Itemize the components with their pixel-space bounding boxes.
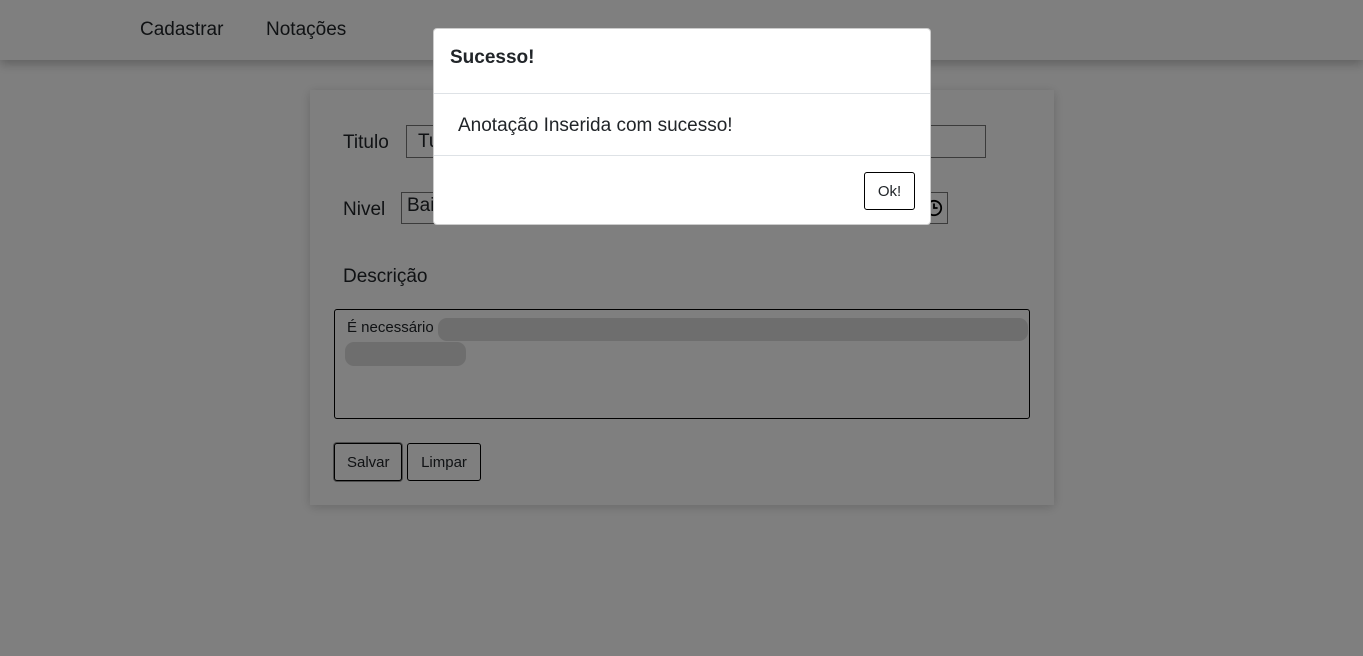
success-modal: Sucesso! Anotação Inserida com sucesso! … (433, 28, 931, 225)
modal-header: Sucesso! (434, 29, 930, 94)
modal-footer: Ok! (434, 156, 930, 226)
modal-body: Anotação Inserida com sucesso! (434, 94, 930, 156)
modal-title: Sucesso! (450, 47, 535, 68)
modal-message: Anotação Inserida com sucesso! (458, 115, 733, 136)
ok-button[interactable]: Ok! (864, 172, 915, 210)
